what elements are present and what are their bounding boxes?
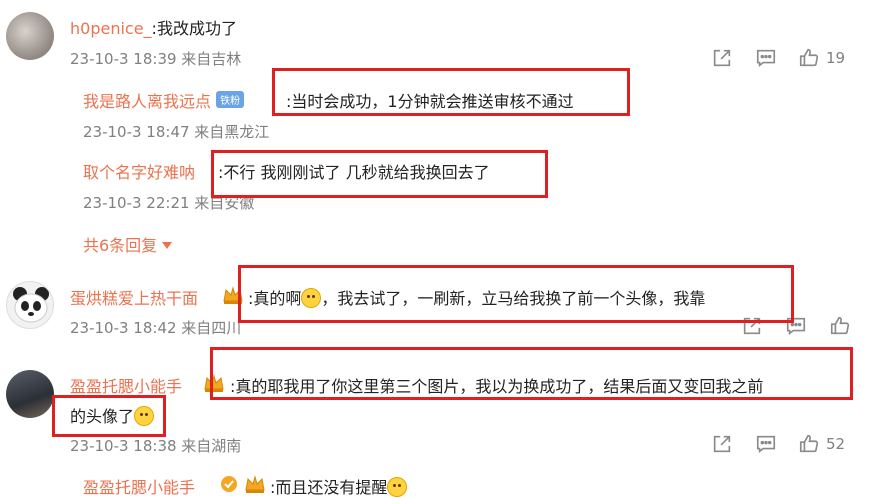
like-count: 52 <box>826 435 846 453</box>
comment-meta: 23-10-3 18:38 来自湖南 <box>70 437 242 455</box>
like-button[interactable]: 19 <box>798 46 845 70</box>
comment-username[interactable]: 盈盈托腮小能手 <box>70 373 182 397</box>
comment-username[interactable]: 蛋烘糕爱上热干面 <box>70 285 198 309</box>
panda-avatar-icon <box>13 287 49 323</box>
caret-down-icon <box>162 242 173 249</box>
share-icon[interactable] <box>700 46 744 70</box>
verified-badge-icon <box>221 476 237 492</box>
reply-username[interactable]: 取个名字好难呐 <box>83 159 195 183</box>
comment-icon[interactable] <box>744 432 788 456</box>
avatar[interactable] <box>6 281 54 329</box>
reply-text: :而且还没有提醒 <box>270 474 408 498</box>
comment-username[interactable]: h0penice_:我改成功了 <box>70 15 237 39</box>
verified-badge-icon: 铁粉 <box>216 91 245 108</box>
comment-meta: 23-10-3 18:42 来自四川 <box>70 319 242 337</box>
thumbs-up-icon <box>799 48 819 67</box>
thumbs-up-icon[interactable] <box>818 314 862 338</box>
reply-username[interactable]: 我是路人离我远点 铁粉 <box>83 88 245 112</box>
thumbs-up-icon <box>799 434 819 453</box>
avatar[interactable] <box>6 12 54 60</box>
like-count: 19 <box>826 49 846 67</box>
highlight-box <box>52 395 166 437</box>
comment-text: :我改成功了 <box>151 19 237 38</box>
comment-actions: 19 <box>700 46 845 70</box>
highlight-box <box>210 347 853 400</box>
crown-badge-icon <box>245 475 265 493</box>
reply-text-part: :而且还没有提醒 <box>270 478 388 497</box>
reply-username[interactable]: 盈盈托腮小能手 <box>83 474 195 498</box>
highlight-box <box>238 265 794 323</box>
more-replies-link[interactable]: 共6条回复 <box>83 232 173 256</box>
comment-actions: 52 <box>700 432 845 456</box>
like-button[interactable]: 52 <box>798 432 845 456</box>
emoji-icon <box>387 477 408 497</box>
reply-username-text[interactable]: 我是路人离我远点 <box>83 92 211 111</box>
highlight-box <box>211 150 548 198</box>
share-icon[interactable] <box>700 432 744 456</box>
comment-icon[interactable] <box>744 46 788 70</box>
comment-meta: 23-10-3 18:39 来自吉林 <box>70 50 242 68</box>
reply-meta: 23-10-3 18:47 来自黑龙江 <box>83 123 270 141</box>
more-replies-label[interactable]: 共6条回复 <box>83 236 157 255</box>
avatar[interactable] <box>6 370 54 418</box>
highlight-box <box>272 68 630 116</box>
comment-username-text[interactable]: h0penice_ <box>70 19 152 38</box>
